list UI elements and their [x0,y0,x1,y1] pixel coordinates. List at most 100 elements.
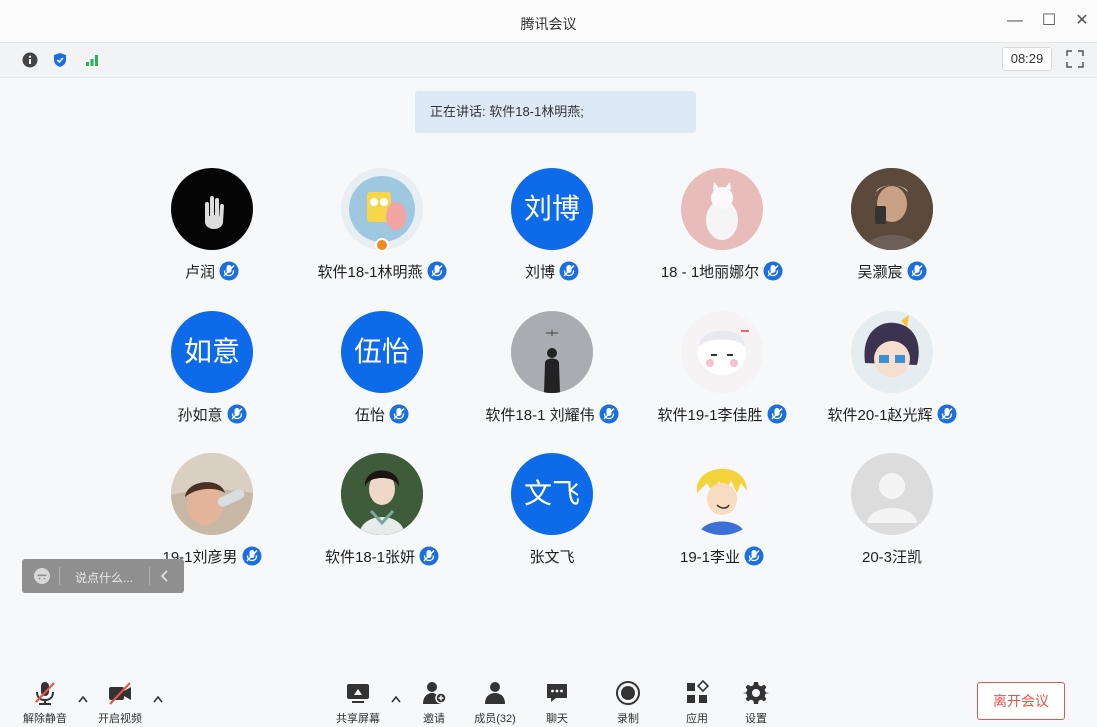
chat-button[interactable]: 聊天 [527,680,587,726]
participant-name-row: 吴灏宸 [807,261,977,282]
mic-icon [419,546,439,566]
mic-icon [599,404,619,424]
participant-tile[interactable]: 刘博 刘博 [467,168,637,298]
invite-label: 邀请 [423,713,445,725]
mic-icon [937,404,957,424]
participant-tile[interactable]: 19-1李业 [637,453,807,583]
avatar [851,453,933,535]
emoji-icon[interactable] [33,567,51,585]
chevron-up-icon[interactable] [152,694,164,704]
participant-tile[interactable]: 软件18-1林明燕 [297,168,467,298]
avatar [171,168,253,250]
mic-icon [744,546,764,566]
avatar [171,453,253,535]
participant-name-row: 19-1李业 [637,546,807,567]
apps-label: 应用 [686,713,708,725]
divider [149,567,150,585]
maximize-button[interactable]: ☐ [1038,10,1060,32]
members-icon [485,682,505,704]
info-bar [0,42,1097,78]
title-bar: 腾讯会议 — ☐ ✕ [0,0,1097,42]
avatar: 刘博 [511,168,593,250]
participant-name: 软件19-1李佳胜 [657,407,763,424]
apps-button[interactable]: 应用 [667,680,727,726]
mic-muted-icon [35,682,55,705]
participant-name: 软件20-1赵光辉 [827,407,933,424]
unmute-label: 解除静音 [23,713,67,725]
members-button[interactable]: 成员(32) [465,680,525,726]
unmute-button[interactable]: 解除静音 [15,680,75,726]
participant-tile[interactable]: 软件19-1李佳胜 [637,311,807,441]
participant-name-row: 卢润 [127,261,297,282]
fullscreen-icon[interactable] [1064,48,1086,70]
members-label: 成员(32) [474,713,516,725]
mic-icon [227,404,246,424]
participant-tile[interactable]: 文飞 张文飞 [467,453,637,583]
record-icon [616,681,640,705]
apps-icon [687,680,710,703]
participant-tile[interactable]: 软件18-1张妍 [297,453,467,583]
avatar [851,168,933,250]
window-title: 腾讯会议 [520,16,577,32]
share-screen-label: 共享屏幕 [336,713,380,725]
participant-name: 张文飞 [529,549,575,566]
participant-tile[interactable]: 软件18-1 刘耀伟 [467,311,637,441]
gear-icon [743,682,769,704]
mic-icon [907,261,926,281]
participant-name: 18 - 1地丽娜尔 [660,264,760,281]
participant-name: 19-1李业 [679,549,741,566]
chevron-up-icon[interactable] [390,694,402,704]
mic-icon [389,404,409,424]
mic-icon [559,261,579,281]
avatar: 伍怡 [341,311,423,393]
participant-tile[interactable]: 20-3汪凯 [807,453,977,583]
mic-icon [767,404,787,424]
signal-icon[interactable] [84,52,100,68]
close-button[interactable]: ✕ [1071,10,1093,32]
participant-tile[interactable]: 软件20-1赵光辉 [807,311,977,441]
mic-icon [219,261,239,281]
participant-tile[interactable]: 伍怡 伍怡 [297,311,467,441]
chevron-left-icon[interactable] [158,569,172,583]
participant-name: 软件18-1 刘耀伟 [485,407,595,424]
participant-tile[interactable]: 18 - 1地丽娜尔 [637,168,807,298]
share-screen-button[interactable]: 共享屏幕 [328,680,388,726]
leave-meeting-button[interactable]: 离开会议 [977,682,1065,720]
video-label: 开启视频 [98,713,142,725]
host-badge-icon [375,238,389,252]
settings-button[interactable]: 设置 [726,680,786,726]
participant-name-row: 刘博 [467,261,637,282]
participant-name-row: 软件18-1张妍 [297,546,467,567]
video-off-icon [109,682,131,705]
invite-button[interactable]: 邀请 [404,680,464,726]
chat-quick-input[interactable]: 说点什么... [22,559,184,593]
participant-name: 伍怡 [354,407,385,424]
participant-name-row: 伍怡 [297,404,467,425]
participant-name: 孙如意 [177,407,223,424]
participant-name: 吴灏宸 [857,264,903,281]
chevron-up-icon[interactable] [77,694,89,704]
speaking-indicator: 正在讲话: 软件18-1林明燕; [415,91,696,133]
participant-tile[interactable]: 如意 孙如意 [127,311,297,441]
participant-name: 20-3汪凯 [861,549,923,566]
mic-icon [427,261,447,281]
avatar: 文飞 [511,453,593,535]
avatar [681,453,763,535]
avatar [681,168,763,250]
shield-icon[interactable] [52,52,68,68]
record-button[interactable]: 录制 [598,680,658,726]
info-icon[interactable] [22,52,38,68]
chat-icon [547,684,567,702]
avatar [511,311,593,393]
minimize-button[interactable]: — [1004,10,1026,32]
avatar [681,311,763,393]
participant-name-row: 软件18-1林明燕 [297,261,467,282]
participant-name: 软件18-1林明燕 [317,264,423,281]
video-button[interactable]: 开启视频 [90,680,150,726]
participant-tile[interactable]: 卢润 [127,168,297,298]
participant-name-row: 软件20-1赵光辉 [807,404,977,425]
participant-name-row: 20-3汪凯 [807,546,977,567]
participant-tile[interactable]: 吴灏宸 [807,168,977,298]
avatar [341,453,423,535]
settings-label: 设置 [745,713,767,725]
